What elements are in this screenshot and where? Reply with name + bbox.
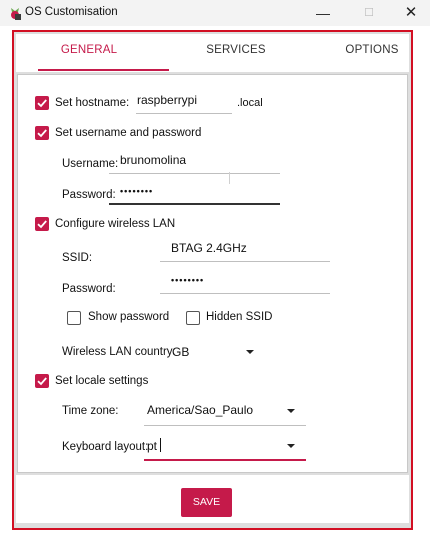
- minimize-button[interactable]: —: [306, 0, 340, 26]
- maximize-button[interactable]: ☐: [352, 0, 386, 26]
- window-title: OS Customisation: [25, 6, 118, 18]
- highlight-frame: [12, 30, 413, 530]
- raspberry-pi-icon: [11, 8, 21, 20]
- title-bar: OS Customisation — ☐ ✕: [0, 0, 430, 26]
- close-button[interactable]: ✕: [394, 0, 428, 26]
